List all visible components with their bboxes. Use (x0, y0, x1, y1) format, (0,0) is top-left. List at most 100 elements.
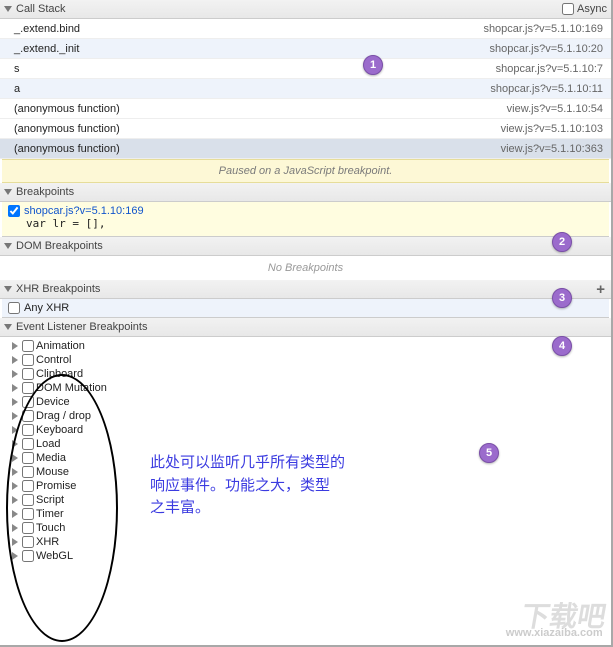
event-category[interactable]: Keyboard (12, 423, 609, 437)
expand-icon (12, 412, 18, 420)
annotation-1: 1 (363, 55, 383, 75)
callstack-frame[interactable]: (anonymous function)view.js?v=5.1.10:363 (0, 139, 611, 159)
event-category-checkbox[interactable] (22, 494, 34, 506)
event-category[interactable]: Load (12, 437, 609, 451)
event-category[interactable]: XHR (12, 535, 609, 549)
xhr-bp-title: XHR Breakpoints (16, 283, 607, 295)
event-category[interactable]: WebGL (12, 549, 609, 563)
frame-location[interactable]: shopcar.js?v=5.1.10:169 (483, 23, 603, 35)
callstack-header[interactable]: Call Stack Async (0, 0, 611, 19)
event-category-label: Script (36, 494, 64, 506)
event-category-checkbox[interactable] (22, 550, 34, 562)
event-category[interactable]: Control (12, 353, 609, 367)
callstack-frame[interactable]: _.extend._init shopcar.js?v=5.1.10:20 (0, 39, 611, 59)
frame-location[interactable]: view.js?v=5.1.10:54 (507, 103, 603, 115)
event-category-label: Keyboard (36, 424, 83, 436)
event-category[interactable]: Animation (12, 339, 609, 353)
event-category-label: Touch (36, 522, 65, 534)
ev-bp-header[interactable]: Event Listener Breakpoints (0, 318, 611, 337)
annotation-2: 2 (552, 232, 572, 252)
xhr-bp-header[interactable]: XHR Breakpoints + (0, 280, 611, 299)
expand-icon (12, 468, 18, 476)
watermark: 下载吧 www.xiazaiba.com (505, 604, 608, 639)
breakpoint-item[interactable]: shopcar.js?v=5.1.10:169 var lr = [], (2, 202, 609, 237)
frame-location[interactable]: view.js?v=5.1.10:363 (501, 143, 603, 155)
callstack-frame[interactable]: a shopcar.js?v=5.1.10:11 (0, 79, 611, 99)
callstack-frame[interactable]: (anonymous function) view.js?v=5.1.10:103 (0, 119, 611, 139)
expand-icon (12, 356, 18, 364)
expand-icon (12, 454, 18, 462)
event-category[interactable]: DOM Mutation (12, 381, 609, 395)
event-category-checkbox[interactable] (22, 536, 34, 548)
expand-icon (12, 426, 18, 434)
expand-icon (12, 398, 18, 406)
event-category-checkbox[interactable] (22, 466, 34, 478)
event-category-checkbox[interactable] (22, 438, 34, 450)
event-category-checkbox[interactable] (22, 382, 34, 394)
event-category-label: Promise (36, 480, 76, 492)
async-checkbox[interactable] (562, 3, 574, 15)
event-category-checkbox[interactable] (22, 354, 34, 366)
event-category[interactable]: Touch (12, 521, 609, 535)
event-category-label: Drag / drop (36, 410, 91, 422)
event-category-checkbox[interactable] (22, 508, 34, 520)
async-label: Async (577, 3, 607, 15)
frame-function: _.extend._init (14, 43, 79, 55)
frame-function: _.extend.bind (14, 23, 80, 35)
dom-bp-title: DOM Breakpoints (16, 240, 607, 252)
paused-banner: Paused on a JavaScript breakpoint. (2, 159, 609, 183)
callstack-frame[interactable]: (anonymous function) view.js?v=5.1.10:54 (0, 99, 611, 119)
event-category-checkbox[interactable] (22, 452, 34, 464)
frame-location[interactable]: shopcar.js?v=5.1.10:20 (490, 43, 603, 55)
collapse-icon (4, 324, 12, 330)
frame-function: a (14, 83, 20, 95)
event-category-checkbox[interactable] (22, 340, 34, 352)
event-category[interactable]: Clipboard (12, 367, 609, 381)
frame-function: (anonymous function) (14, 123, 120, 135)
add-xhr-icon[interactable]: + (596, 281, 605, 298)
event-category-label: Timer (36, 508, 64, 520)
expand-icon (12, 496, 18, 504)
event-category-label: DOM Mutation (36, 382, 107, 394)
expand-icon (12, 384, 18, 392)
collapse-icon (4, 286, 12, 292)
collapse-icon (4, 189, 12, 195)
expand-icon (12, 440, 18, 448)
breakpoints-title: Breakpoints (16, 186, 607, 198)
callstack-frame[interactable]: sshopcar.js?v=5.1.10:7 (0, 59, 611, 79)
event-category-checkbox[interactable] (22, 424, 34, 436)
frame-function: (anonymous function) (14, 103, 120, 115)
callstack-title: Call Stack (16, 3, 562, 15)
dom-bp-header[interactable]: DOM Breakpoints (0, 237, 611, 256)
any-xhr-checkbox[interactable] (8, 302, 20, 314)
event-category-checkbox[interactable] (22, 410, 34, 422)
callstack-frame[interactable]: _.extend.bind shopcar.js?v=5.1.10:169 (0, 19, 611, 39)
frame-location[interactable]: shopcar.js?v=5.1.10:11 (490, 83, 603, 95)
breakpoint-code: var lr = [], (8, 217, 603, 230)
breakpoints-header[interactable]: Breakpoints (0, 183, 611, 202)
frame-location[interactable]: shopcar.js?v=5.1.10:7 (496, 63, 603, 75)
event-category[interactable]: Drag / drop (12, 409, 609, 423)
frame-location[interactable]: view.js?v=5.1.10:103 (501, 123, 603, 135)
event-category-checkbox[interactable] (22, 522, 34, 534)
ev-bp-title: Event Listener Breakpoints (16, 321, 607, 333)
any-xhr-row[interactable]: Any XHR (2, 299, 609, 318)
event-category-label: Animation (36, 340, 85, 352)
event-category[interactable]: Device (12, 395, 609, 409)
event-category-checkbox[interactable] (22, 480, 34, 492)
event-category-label: Load (36, 438, 60, 450)
annotation-3: 3 (552, 288, 572, 308)
breakpoint-checkbox[interactable] (8, 205, 20, 217)
event-category-label: XHR (36, 536, 59, 548)
expand-icon (12, 538, 18, 546)
collapse-icon (4, 6, 12, 12)
event-category-label: Clipboard (36, 368, 83, 380)
chinese-note: 此处可以监听几乎所有类型的响应事件。功能之大，类型之丰富。 (150, 452, 345, 520)
event-category-label: WebGL (36, 550, 73, 562)
event-category-checkbox[interactable] (22, 396, 34, 408)
collapse-icon (4, 243, 12, 249)
expand-icon (12, 524, 18, 532)
expand-icon (12, 482, 18, 490)
event-category-checkbox[interactable] (22, 368, 34, 380)
dom-bp-empty: No Breakpoints (2, 256, 609, 280)
